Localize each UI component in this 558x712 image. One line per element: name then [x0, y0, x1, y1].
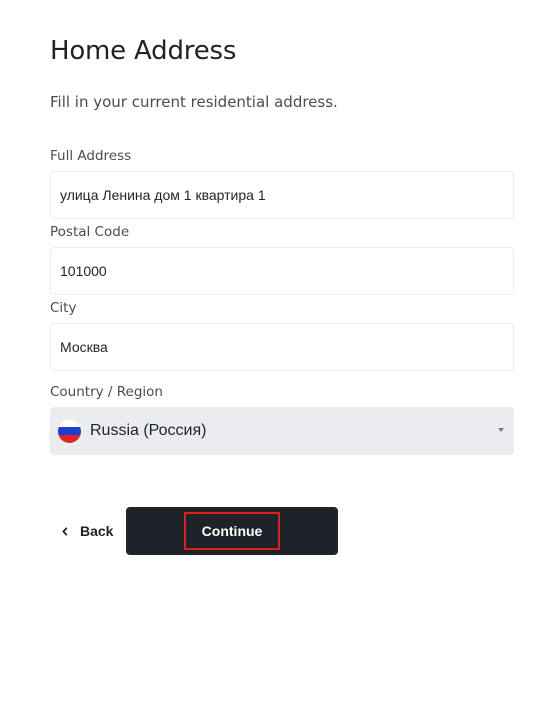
full-address-label: Full Address: [50, 148, 132, 164]
dropdown-caret-icon: [498, 428, 504, 432]
continue-button[interactable]: Continue: [126, 507, 338, 555]
full-address-input[interactable]: [50, 171, 514, 219]
city-input[interactable]: [50, 323, 514, 371]
country-select-value: Russia (Россия): [90, 422, 207, 439]
page-subtitle: Fill in your current residential address…: [50, 93, 338, 111]
postal-code-input[interactable]: [50, 247, 514, 295]
page-title: Home Address: [50, 36, 237, 66]
back-button[interactable]: Back: [62, 516, 113, 546]
postal-code-label: Postal Code: [50, 224, 130, 240]
back-button-label: Back: [80, 523, 114, 539]
country-label: Country / Region: [50, 384, 163, 400]
chevron-left-icon: [62, 526, 68, 536]
russia-flag-icon: [58, 419, 81, 443]
city-label: City: [50, 300, 77, 316]
country-select[interactable]: Russia (Россия): [50, 407, 514, 455]
continue-button-label: Continue: [183, 512, 281, 550]
